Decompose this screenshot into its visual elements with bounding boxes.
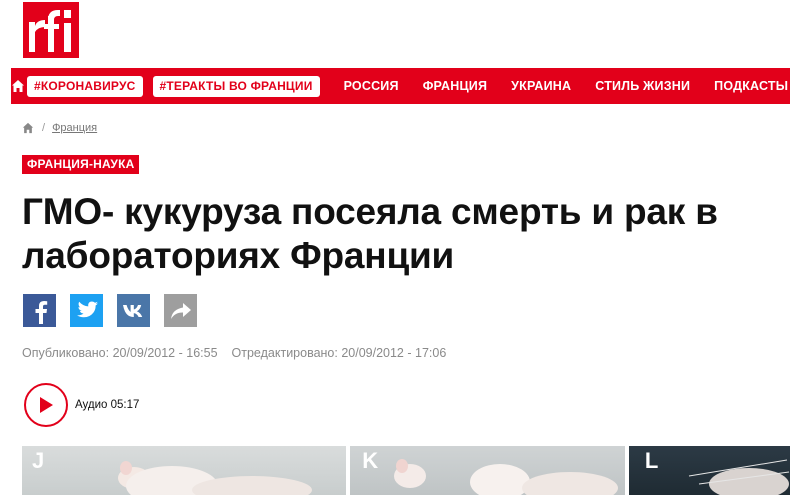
photo-panel: K: [350, 446, 625, 495]
photo-panel: L: [628, 446, 790, 495]
breadcrumb: / Франция: [22, 122, 97, 134]
play-icon: [40, 397, 53, 413]
nav-link-france[interactable]: ФРАНЦИЯ: [423, 79, 487, 93]
nav-link-russia[interactable]: РОССИЯ: [344, 79, 399, 93]
share-facebook-button[interactable]: [23, 294, 56, 327]
share-icon: [170, 302, 191, 319]
nav-link-podcasts[interactable]: ПОДКАСТЫ: [714, 79, 788, 93]
home-icon[interactable]: [22, 122, 34, 134]
nav-tag-attacks-france[interactable]: #ТЕРАКТЫ ВО ФРАНЦИИ: [152, 75, 320, 97]
vk-icon: [122, 304, 142, 317]
audio-duration-label: Аудио 05:17: [75, 399, 140, 411]
share-generic-button[interactable]: [164, 294, 197, 327]
breadcrumb-section-link[interactable]: Франция: [52, 122, 97, 134]
photo-panel: J: [22, 446, 347, 495]
article-title: ГМО- кукуруза посеяла смерть и рак в лаб…: [22, 191, 718, 276]
rat-image: [118, 461, 312, 495]
nav-home-button[interactable]: [11, 68, 25, 104]
rfi-logo[interactable]: [23, 2, 79, 58]
edited-date: Отредактировано: 20/09/2012 - 17:06: [231, 346, 447, 360]
home-icon: [12, 80, 24, 92]
breadcrumb-separator: /: [42, 122, 46, 134]
share-bar: [23, 294, 211, 327]
share-vk-button[interactable]: [117, 294, 150, 327]
rat-image: [688, 459, 789, 495]
audio-player: Аудио 05:17: [24, 383, 139, 427]
article-photo[interactable]: J K L: [22, 446, 790, 495]
article-dates: Опубликовано: 20/09/2012 - 16:55 Отредак…: [22, 346, 446, 360]
category-badge[interactable]: ФРАНЦИЯ-НАУКА: [22, 155, 140, 174]
twitter-icon: [76, 301, 98, 317]
nav-link-ukraine[interactable]: УКРАИНА: [511, 79, 571, 93]
nav-link-lifestyle[interactable]: СТИЛЬ ЖИЗНИ: [595, 79, 690, 93]
rat-image: [394, 459, 619, 495]
audio-play-button[interactable]: [24, 383, 68, 427]
published-date: Опубликовано: 20/09/2012 - 16:55: [22, 346, 218, 360]
nav-tag-coronavirus[interactable]: #КОРОНАВИРУС: [27, 75, 143, 97]
main-nav: #КОРОНАВИРУС #ТЕРАКТЫ ВО ФРАНЦИИ РОССИЯ …: [11, 68, 790, 104]
share-twitter-button[interactable]: [70, 294, 103, 327]
facebook-icon: [35, 300, 47, 324]
